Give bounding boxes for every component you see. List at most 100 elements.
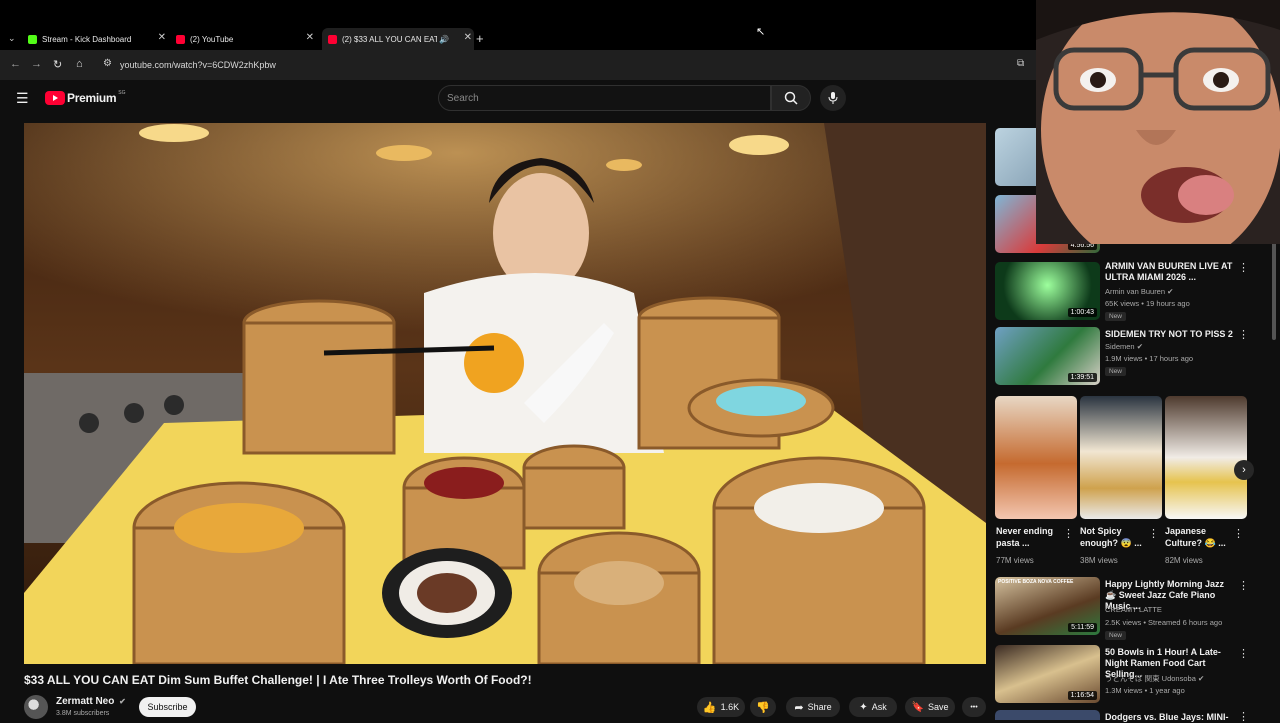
recommended-channel-text: Armin van Buuren <box>1105 287 1166 296</box>
more-options-icon[interactable]: ⋮ <box>1063 527 1074 540</box>
subscribe-button[interactable]: Subscribe <box>139 697 196 717</box>
tab-youtube-home[interactable]: (2) YouTube ✕ <box>176 28 316 50</box>
channel-name[interactable]: Zermatt Neo ✔ <box>56 696 126 707</box>
youtube-premium-logo[interactable]: Premium SG <box>45 90 126 105</box>
voice-search-button[interactable] <box>820 85 846 111</box>
short-thumbnail[interactable] <box>1080 396 1162 519</box>
tab-kick-dashboard[interactable]: Stream - Kick Dashboard ✕ <box>28 28 168 50</box>
recommended-meta: 2.5K views • Streamed 6 hours ago <box>1105 618 1223 627</box>
back-icon[interactable]: ← <box>10 58 21 70</box>
channel-name-text: Zermatt Neo <box>56 696 115 707</box>
more-options-icon[interactable]: ⋮ <box>1238 579 1249 592</box>
short-thumbnail[interactable] <box>995 396 1077 519</box>
short-views: 77M views <box>996 556 1034 565</box>
thumbnail-caption: POSITIVE BOZA NOVA COFFEE <box>998 579 1074 585</box>
video-duration: 5:11:59 <box>1068 623 1097 632</box>
tab-title: (2) YouTube <box>190 34 234 44</box>
recommended-channel[interactable]: CREAMY LATTE <box>1105 605 1235 614</box>
microphone-icon <box>828 92 838 104</box>
tab-current-video[interactable]: (2) $33 ALL YOU CAN EAT I 🔊 ✕ <box>322 28 474 50</box>
recommended-thumbnail[interactable] <box>995 710 1100 720</box>
video-frame-dim-sum <box>24 123 986 664</box>
recommended-thumbnail[interactable]: 1:00:43 <box>995 262 1100 320</box>
reload-icon[interactable]: ↻ <box>53 58 62 71</box>
search-input[interactable]: Search <box>438 85 771 111</box>
recommended-channel[interactable]: Sidemen ✔ <box>1105 342 1235 351</box>
site-info-icon[interactable]: ⚙ <box>103 58 112 69</box>
close-tab-icon[interactable]: ✕ <box>464 32 472 43</box>
sidebar-scrollbar[interactable] <box>1272 240 1276 340</box>
save-label: Save <box>927 702 949 712</box>
close-tab-icon[interactable]: ✕ <box>306 32 314 43</box>
tab-title: (2) $33 ALL YOU CAN EAT I <box>342 34 437 44</box>
kick-favicon-icon <box>28 34 37 44</box>
browser-tab-strip: ⌄ Stream - Kick Dashboard ✕ (2) YouTube … <box>0 0 1040 50</box>
recommended-meta: 65K views • 19 hours ago <box>1105 299 1190 308</box>
more-options-icon[interactable]: ⋮ <box>1238 328 1249 341</box>
verified-check-icon: ✔ <box>119 697 126 706</box>
short-thumbnail[interactable] <box>1165 396 1247 519</box>
home-icon[interactable]: ⌂ <box>76 58 83 70</box>
forward-icon[interactable]: → <box>31 58 42 70</box>
recommended-channel[interactable]: うどんそば 関東 Udonsoba ✔ <box>1105 673 1235 684</box>
like-count: 1.6K <box>720 702 740 712</box>
country-badge: SG <box>118 90 126 96</box>
recommended-thumbnail[interactable]: POSITIVE BOZA NOVA COFFEE 5:11:59 <box>995 577 1100 635</box>
verified-check-icon: ✔ <box>1136 342 1143 351</box>
youtube-favicon-icon <box>176 34 185 44</box>
recommended-meta: 1.9M views • 17 hours ago <box>1105 354 1194 363</box>
video-player[interactable] <box>24 123 986 664</box>
like-button[interactable]: 👍 1.6K <box>697 697 745 717</box>
more-options-icon[interactable]: ⋮ <box>1238 261 1249 274</box>
share-label: Share <box>807 702 832 712</box>
verified-check-icon: ✔ <box>1167 287 1174 296</box>
install-app-icon[interactable]: ⧉ <box>1017 58 1024 69</box>
more-options-icon[interactable]: ⋮ <box>1148 527 1159 540</box>
tab-search-chevron-icon[interactable]: ⌄ <box>8 33 16 44</box>
dislike-button[interactable]: 👎 <box>750 697 776 717</box>
recommended-video-title[interactable]: SIDEMEN TRY NOT TO PISS 2 <box>1105 329 1233 340</box>
short-title[interactable]: Not Spicy enough? 😨 ... <box>1080 525 1150 549</box>
share-button[interactable]: ➦ Share <box>786 697 840 717</box>
more-options-icon[interactable]: ⋮ <box>1238 647 1249 660</box>
recommended-thumbnail[interactable]: 1:39:51 <box>995 327 1100 385</box>
address-bar-url[interactable]: youtube.com/watch?v=6CDW2zhKpbw <box>120 60 276 70</box>
browser-toolbar: ← → ↻ ⌂ ⚙ youtube.com/watch?v=6CDW2zhKpb… <box>0 50 1040 80</box>
ask-button[interactable]: ✦ Ask <box>849 697 897 717</box>
verified-check-icon: ✔ <box>1197 674 1205 683</box>
recommended-channel[interactable]: Armin van Buuren ✔ <box>1105 287 1235 296</box>
share-arrow-icon: ➦ <box>794 701 804 714</box>
new-badge: New <box>1105 312 1127 321</box>
ask-label: Ask <box>871 702 887 712</box>
close-tab-icon[interactable]: ✕ <box>158 32 166 43</box>
logo-text: Premium <box>67 91 117 105</box>
guide-menu-icon[interactable]: ☰ <box>16 90 29 107</box>
short-title[interactable]: Never ending pasta ... <box>996 525 1066 549</box>
video-title: $33 ALL YOU CAN EAT Dim Sum Buffet Chall… <box>24 673 532 687</box>
thumbs-down-icon: 👎 <box>756 701 770 714</box>
search-placeholder: Search <box>447 93 479 104</box>
thumbs-up-icon: 👍 <box>702 701 717 714</box>
bookmark-icon: 🔖 <box>911 701 924 713</box>
recommended-meta: 1.3M views • 1 year ago <box>1105 686 1185 695</box>
recommended-video-title[interactable]: ARMIN VAN BUUREN LIVE AT ULTRA MIAMI 202… <box>1105 261 1233 283</box>
new-tab-button[interactable]: + <box>476 31 484 46</box>
short-title[interactable]: Japanese Culture? 😂 ... <box>1165 525 1235 549</box>
recommended-channel-text: うどんそば 関東 Udonsoba <box>1105 674 1196 683</box>
more-actions-button[interactable]: ••• <box>962 697 986 717</box>
short-views: 82M views <box>1165 556 1203 565</box>
video-duration: 1:00:43 <box>1067 308 1097 317</box>
save-button[interactable]: 🔖 Save <box>905 697 955 717</box>
recommended-video-title[interactable]: Dodgers vs. Blue Jays: MINI- <box>1105 712 1233 723</box>
search-button[interactable] <box>771 85 811 111</box>
video-duration: 1:39:51 <box>1067 373 1097 382</box>
new-badge: New <box>1105 367 1127 376</box>
more-options-icon[interactable]: ⋮ <box>1233 527 1244 540</box>
recommended-thumbnail[interactable]: 1:16:54 <box>995 645 1100 703</box>
youtube-favicon-icon <box>328 34 337 44</box>
channel-avatar[interactable] <box>24 695 48 719</box>
audio-playing-icon[interactable]: 🔊 <box>439 35 449 44</box>
more-options-icon[interactable]: ⋮ <box>1238 710 1249 723</box>
youtube-logo-icon <box>45 91 65 105</box>
shorts-next-button[interactable]: › <box>1234 460 1254 480</box>
